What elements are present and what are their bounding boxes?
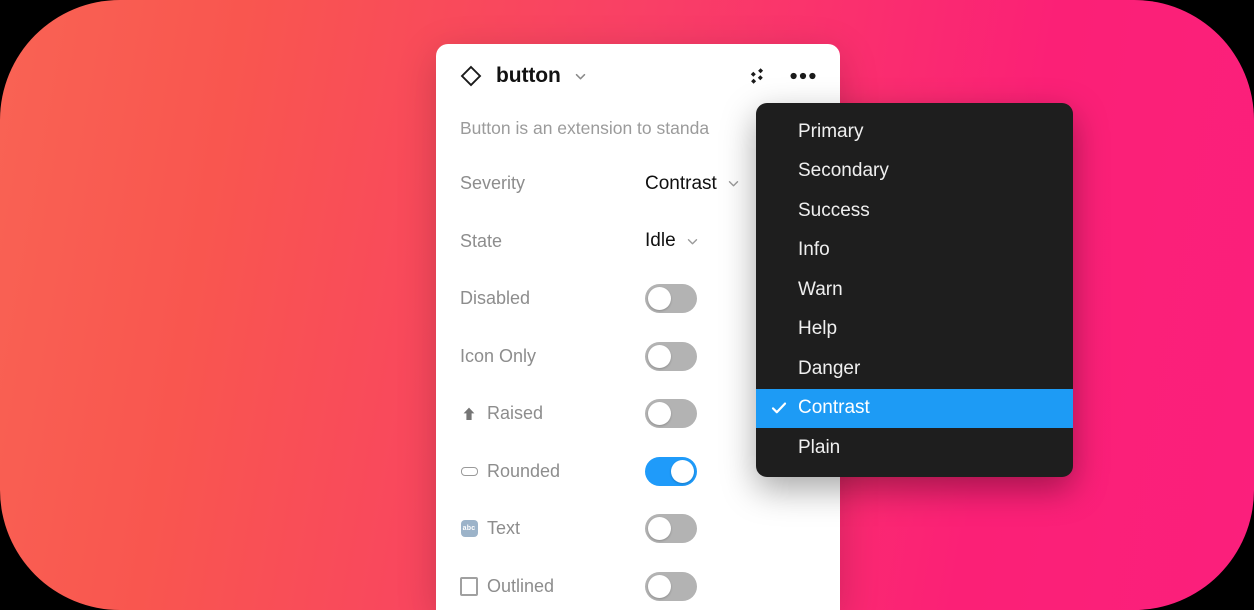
- property-label: Raised: [460, 403, 645, 424]
- page-title: button: [496, 64, 561, 87]
- menu-item-contrast[interactable]: Contrast: [756, 388, 1073, 428]
- property-label-text: Icon Only: [460, 345, 537, 366]
- more-options-icon[interactable]: [788, 61, 818, 91]
- chevron-down-icon[interactable]: [573, 69, 588, 84]
- menu-item-label: Contrast: [798, 397, 870, 419]
- menu-item-primary[interactable]: Primary: [756, 112, 1073, 152]
- property-label: Rounded: [460, 461, 645, 482]
- property-label-text: Disabled: [460, 288, 531, 309]
- menu-item-secondary[interactable]: Secondary: [756, 152, 1073, 192]
- property-label: State: [460, 231, 645, 252]
- rounded-toggle[interactable]: [645, 456, 697, 486]
- screenshot-stage: button Button is an extension to standa …: [0, 0, 1254, 610]
- property-label-text: Outlined: [487, 575, 555, 596]
- menu-item-label: Info: [798, 239, 830, 261]
- state-select[interactable]: Idle: [645, 230, 700, 252]
- property-row-outlined: Outlined: [460, 558, 816, 610]
- chevron-down-icon: [726, 176, 741, 191]
- text-toggle[interactable]: [645, 514, 697, 544]
- menu-item-warn[interactable]: Warn: [756, 270, 1073, 310]
- abc-icon: abc: [460, 520, 478, 538]
- menu-item-label: Help: [798, 318, 838, 340]
- property-label-text: Severity: [460, 173, 526, 194]
- state-value: Idle: [645, 230, 676, 252]
- menu-item-label: Warn: [798, 278, 843, 300]
- property-label: Severity: [460, 173, 645, 194]
- abc-icon-glyph: abc: [460, 520, 478, 538]
- toggle-knob: [671, 459, 694, 483]
- card-header: button: [436, 44, 840, 108]
- menu-item-plain[interactable]: Plain: [756, 428, 1073, 468]
- property-label-text: Rounded: [487, 460, 561, 481]
- disabled-toggle[interactable]: [645, 284, 697, 314]
- menu-item-help[interactable]: Help: [756, 310, 1073, 350]
- property-label-text: Text: [487, 518, 521, 539]
- property-label-text: Raised: [487, 403, 544, 424]
- menu-item-label: Success: [798, 199, 870, 221]
- menu-item-label: Primary: [798, 120, 864, 142]
- property-label: Outlined: [460, 576, 645, 597]
- raised-toggle[interactable]: [645, 399, 697, 429]
- property-row-text: abc Text: [460, 500, 816, 558]
- severity-value: Contrast: [645, 172, 717, 194]
- arrow-up-icon: [460, 405, 478, 423]
- menu-item-success[interactable]: Success: [756, 191, 1073, 231]
- outlined-toggle[interactable]: [645, 571, 697, 601]
- toggle-knob: [648, 402, 671, 426]
- diamond-icon: [460, 65, 482, 87]
- toggle-knob: [648, 344, 671, 368]
- menu-item-label: Plain: [798, 436, 841, 458]
- severity-select[interactable]: Contrast: [645, 173, 741, 195]
- menu-item-label: Secondary: [798, 160, 889, 182]
- property-label-text: State: [460, 230, 503, 251]
- toggle-knob: [648, 287, 671, 311]
- menu-item-info[interactable]: Info: [756, 231, 1073, 271]
- chevron-down-icon: [685, 234, 700, 249]
- menu-item-danger[interactable]: Danger: [756, 349, 1073, 389]
- rounded-pill-icon: [460, 462, 478, 480]
- severity-dropdown-menu: Primary Secondary Success Info Warn Help…: [756, 103, 1073, 477]
- toggle-knob: [648, 517, 671, 541]
- icon-only-toggle[interactable]: [645, 341, 697, 371]
- check-icon: [770, 399, 788, 417]
- property-label: abc Text: [460, 518, 645, 539]
- menu-item-label: Danger: [798, 357, 861, 379]
- toggle-knob: [648, 574, 671, 598]
- sparkle-icon[interactable]: [742, 61, 772, 91]
- square-outline-icon: [460, 576, 478, 596]
- property-label: Disabled: [460, 288, 645, 309]
- property-label: Icon Only: [460, 346, 645, 367]
